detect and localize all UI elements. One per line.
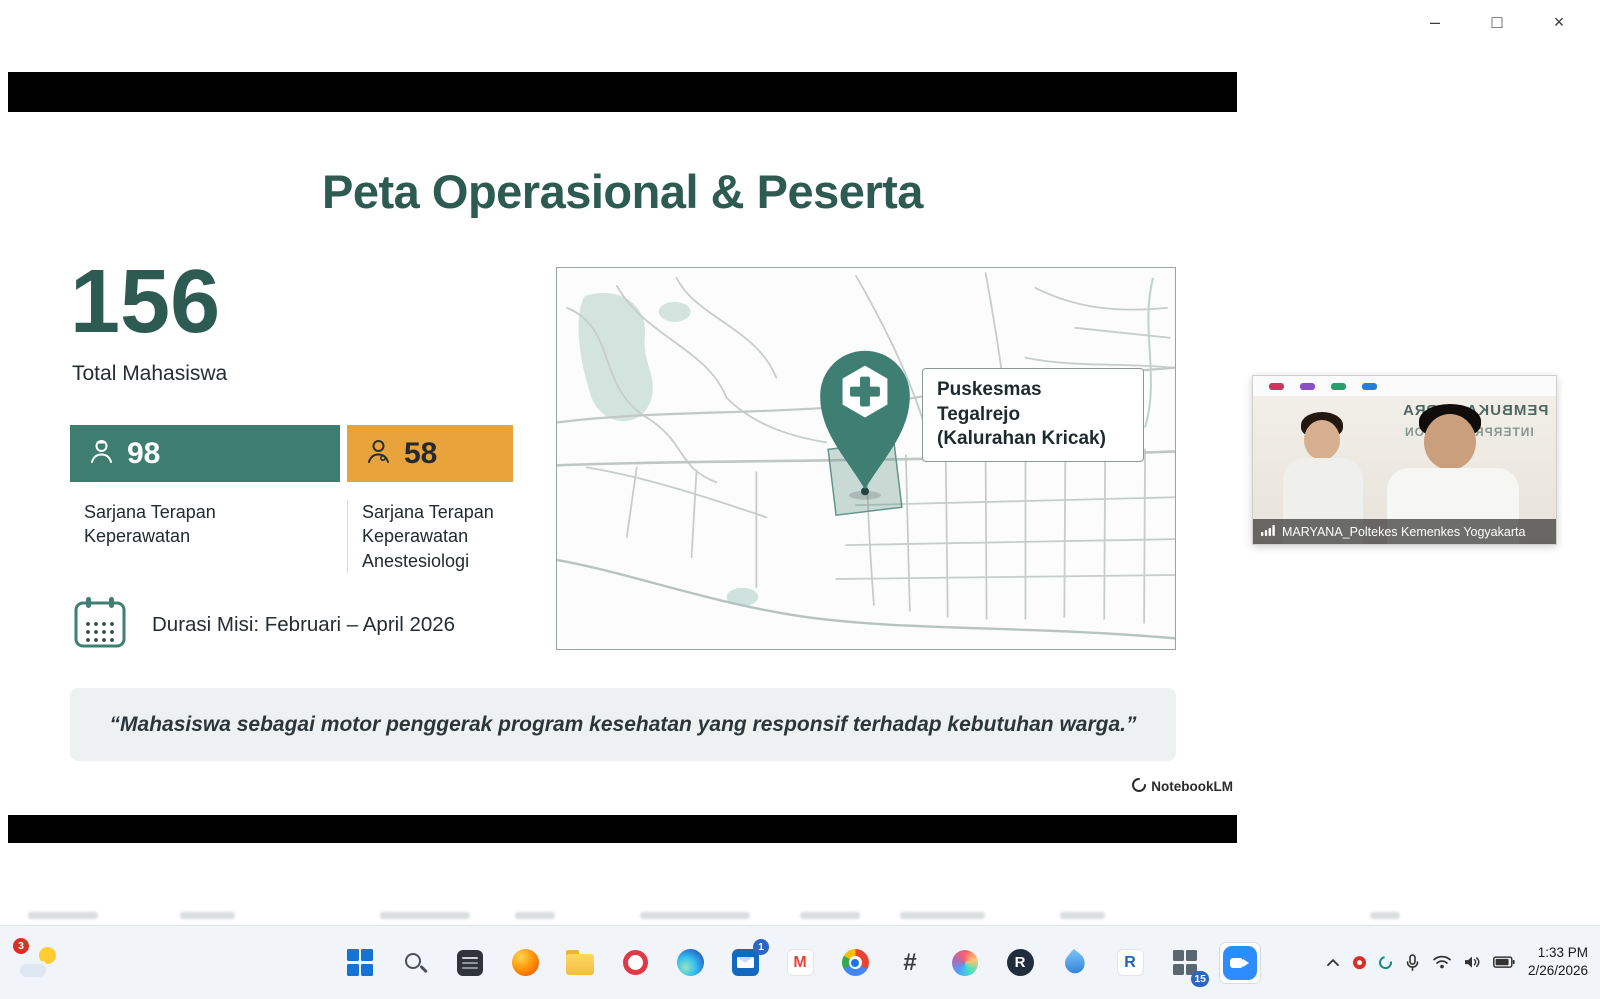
slide-content: Peta Operasional & Peserta 156 Total Mah… — [8, 112, 1237, 815]
widgets-badge: 3 — [13, 938, 29, 954]
total-count: 156 — [70, 257, 220, 347]
notes-app-icon — [457, 950, 483, 976]
zoom-app-button[interactable] — [1219, 942, 1261, 984]
blue-quill-icon — [1061, 948, 1089, 976]
logo-dot-1 — [1269, 383, 1284, 390]
participant-video-tile[interactable]: PEMBUKAAN PRA INTERPROFESSION MARYANA_Po… — [1252, 375, 1557, 545]
window-controls: – □ × — [1424, 12, 1570, 33]
tray-red-status-icon[interactable] — [1353, 956, 1366, 969]
colorful-app-button[interactable] — [944, 942, 986, 984]
restore-button[interactable]: □ — [1486, 12, 1508, 33]
minimize-button[interactable]: – — [1424, 12, 1446, 33]
opera-icon — [623, 950, 648, 975]
map-pin-label: Puskesmas Tegalrejo (Kalurahan Kricak) — [922, 368, 1144, 462]
logo-dot-3 — [1331, 383, 1346, 390]
map-pin-label-line1: Puskesmas Tegalrejo — [937, 378, 1129, 427]
zoom-icon — [1223, 946, 1257, 980]
firefox-icon — [512, 949, 539, 976]
mail-button[interactable]: 1 — [724, 942, 766, 984]
start-button[interactable] — [339, 942, 381, 984]
battery-icon[interactable] — [1493, 957, 1515, 969]
operational-map: Puskesmas Tegalrejo (Kalurahan Kricak) — [556, 267, 1176, 650]
letterbox-bottom — [8, 815, 1237, 843]
notebooklm-branding: NotebookLM — [1132, 778, 1233, 795]
taskbar: 3 1 M # R R 15 — [0, 925, 1600, 999]
windows-logo-icon — [347, 949, 374, 976]
clock-time: 1:33 PM — [1528, 944, 1588, 963]
system-tray: 1:33 PM 2/26/2026 — [1326, 944, 1588, 982]
search-button[interactable] — [394, 942, 436, 984]
stat-label-anestesiologi: Sarjana Terapan Keperawatan Anestesiolog… — [347, 500, 513, 573]
logo-dot-2 — [1300, 383, 1315, 390]
gmail-icon: M — [787, 949, 814, 976]
audio-level-icon — [1261, 525, 1275, 539]
file-explorer-button[interactable] — [559, 942, 601, 984]
clock[interactable]: 1:33 PM 2/26/2026 — [1528, 944, 1588, 982]
tray-sync-icon[interactable] — [1379, 956, 1392, 969]
shared-screen-slide: Peta Operasional & Peserta 156 Total Mah… — [8, 72, 1237, 843]
clock-date: 2/26/2026 — [1528, 963, 1588, 982]
colorful-app-icon — [952, 950, 978, 976]
gmail-button[interactable]: M — [779, 942, 821, 984]
slide-title: Peta Operasional & Peserta — [8, 164, 1237, 219]
grid-app-badge: 15 — [1191, 971, 1209, 987]
total-count-label: Total Mahasiswa — [72, 362, 227, 386]
firefox-button[interactable] — [504, 942, 546, 984]
app-dark-window[interactable] — [449, 942, 491, 984]
quill-app-button[interactable] — [1054, 942, 1096, 984]
r-dark-app-icon: R — [1007, 949, 1034, 976]
duration-row: Durasi Misi: Februari – April 2026 — [72, 594, 455, 655]
file-explorer-icon — [566, 954, 594, 975]
participant-name: MARYANA_Poltekes Kemenkes Yogyakarta — [1282, 525, 1525, 539]
stat-label-keperawatan: Sarjana Terapan Keperawatan — [70, 500, 340, 573]
letterbox-top — [8, 72, 1237, 112]
stat-count-anestesiologi: 58 — [404, 437, 437, 471]
obscured-text-row — [0, 908, 1600, 924]
stat-labels: Sarjana Terapan Keperawatan Sarjana Tera… — [70, 500, 513, 573]
grid-app-button[interactable]: 15 — [1164, 942, 1206, 984]
r-light-app-icon: R — [1117, 949, 1144, 976]
stat-box-anestesiologi: 58 — [347, 425, 513, 482]
widgets-weather-button[interactable]: 3 — [16, 941, 62, 985]
wifi-icon[interactable] — [1433, 956, 1451, 970]
r-dark-app-button[interactable]: R — [999, 942, 1041, 984]
participant-name-bar: MARYANA_Poltekes Kemenkes Yogyakarta — [1253, 519, 1556, 544]
edge-icon — [677, 949, 704, 976]
stat-boxes: 98 58 — [70, 425, 513, 482]
opera-button[interactable] — [614, 942, 656, 984]
mail-icon — [732, 949, 759, 976]
duration-text: Durasi Misi: Februari – April 2026 — [152, 613, 455, 637]
notebooklm-label: NotebookLM — [1151, 779, 1233, 794]
notebooklm-logo-icon — [1132, 778, 1146, 795]
anesthesiologist-icon — [365, 438, 392, 470]
grid-app-icon — [1173, 950, 1198, 975]
hash-app-button[interactable]: # — [889, 942, 931, 984]
background-logo-strip — [1253, 376, 1556, 396]
logo-dot-4 — [1362, 383, 1377, 390]
volume-icon[interactable] — [1464, 956, 1480, 970]
stat-count-keperawatan: 98 — [127, 437, 160, 471]
search-icon — [405, 953, 421, 969]
hash-app-icon: # — [903, 949, 916, 977]
mail-badge: 1 — [753, 939, 769, 955]
close-button[interactable]: × — [1548, 12, 1570, 33]
calendar-icon — [72, 594, 128, 655]
map-pin-label-line2: (Kalurahan Kricak) — [937, 427, 1129, 452]
stat-box-keperawatan: 98 — [70, 425, 340, 482]
taskbar-center-icons: 1 M # R R 15 — [339, 926, 1261, 999]
r-light-app-button[interactable]: R — [1109, 942, 1151, 984]
edge-button[interactable] — [669, 942, 711, 984]
nurse-icon — [88, 438, 115, 470]
chrome-icon — [842, 949, 869, 976]
microphone-icon[interactable] — [1405, 954, 1420, 971]
quote-bar: “Mahasiswa sebagai motor penggerak progr… — [70, 688, 1176, 761]
tray-chevron-up-icon[interactable] — [1326, 958, 1340, 967]
chrome-button[interactable] — [834, 942, 876, 984]
